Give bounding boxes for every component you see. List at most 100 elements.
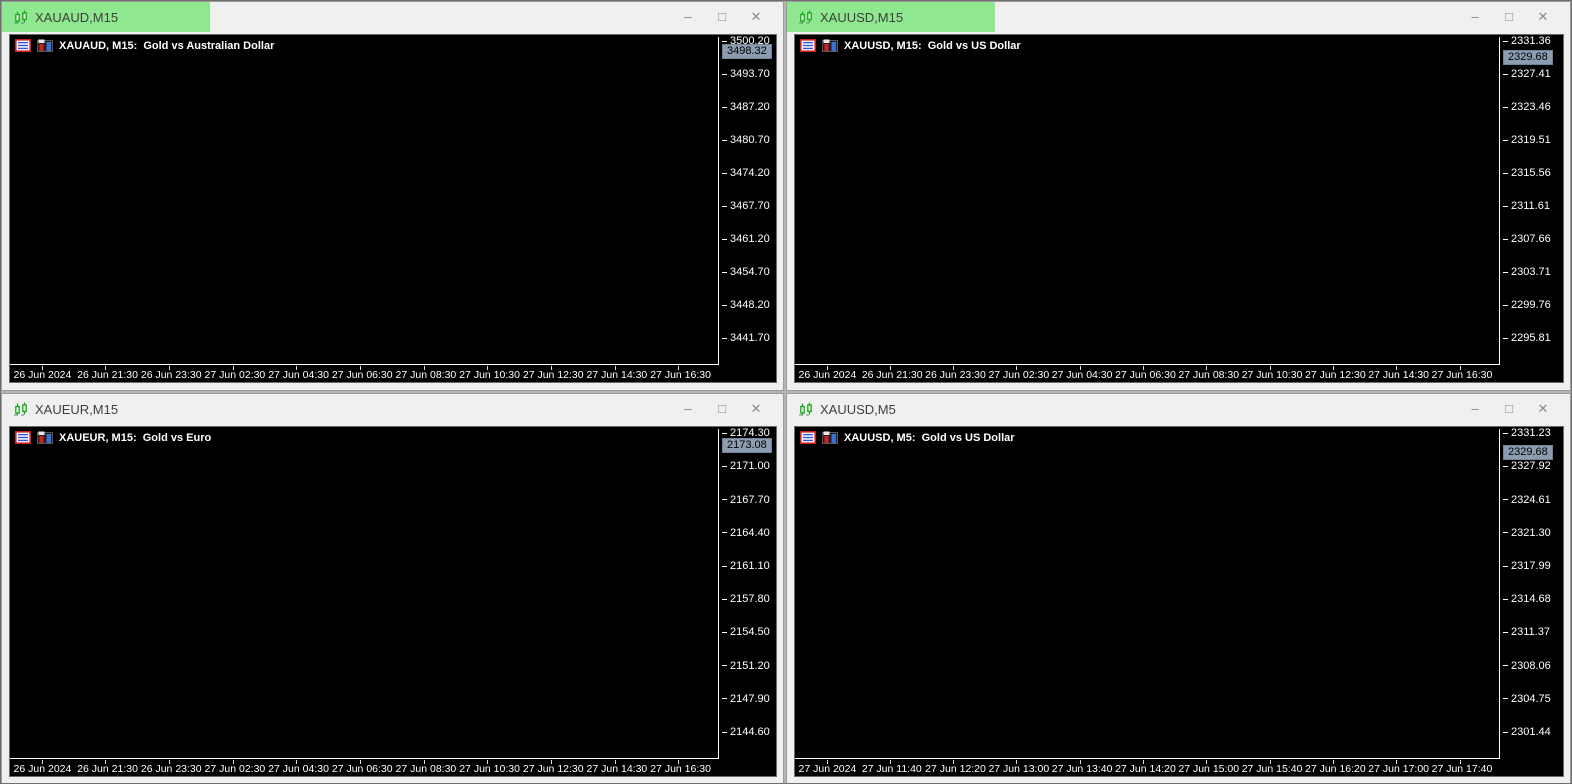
window-titlebar[interactable]: XAUUSD,M5 – □ ✕ (787, 394, 1570, 424)
chart-plot[interactable] (795, 37, 1500, 365)
window-title-chip[interactable]: XAUAUD,M15 (2, 2, 210, 32)
price-tick-label: 2147.90 (722, 694, 770, 705)
chart-svg (795, 429, 1499, 758)
window-title-chip[interactable]: XAUUSD,M15 (787, 2, 995, 32)
time-tick-label: 26 Jun 23:30 (925, 369, 986, 381)
time-tick-mark (487, 366, 488, 370)
time-tick-mark (1460, 366, 1461, 370)
chart-plot[interactable] (795, 429, 1500, 759)
chart-plot[interactable] (10, 429, 719, 759)
price-axis[interactable]: 3500.203493.703487.203480.703474.203467.… (720, 37, 776, 365)
close-button[interactable]: ✕ (745, 2, 767, 32)
time-tick-label: 26 Jun 21:30 (862, 369, 923, 381)
restore-button[interactable]: □ (711, 394, 733, 424)
restore-button[interactable]: □ (1498, 2, 1520, 32)
close-button[interactable]: ✕ (1532, 2, 1554, 32)
time-tick-mark (1396, 760, 1397, 764)
window-title-chip[interactable]: XAUUSD,M5 (787, 394, 908, 424)
time-tick-label: 27 Jun 16:30 (650, 763, 711, 775)
time-tick-label: 27 Jun 14:30 (587, 763, 648, 775)
price-tick-label: 2304.75 (1503, 694, 1551, 705)
chart-window: XAUAUD,M15 – □ ✕ (1, 1, 784, 391)
price-tick-label: 2171.00 (722, 461, 770, 472)
time-tick-label: 27 Jun 12:30 (523, 369, 584, 381)
time-tick-mark (953, 366, 954, 370)
window-controls: – □ ✕ (677, 2, 783, 32)
window-controls: – □ ✕ (1464, 2, 1570, 32)
time-tick-mark (1143, 760, 1144, 764)
price-tick-label: 2327.41 (1503, 69, 1551, 80)
time-tick-label: 27 Jun 17:00 (1368, 763, 1429, 775)
bar-chart-icon (37, 431, 53, 444)
window-titlebar[interactable]: XAUEUR,M15 – □ ✕ (2, 394, 783, 424)
time-tick-mark (1460, 760, 1461, 764)
price-axis[interactable]: 2331.232327.922324.612321.302317.992314.… (1501, 429, 1563, 759)
bar-chart-icon (822, 39, 838, 52)
chart-header: XAUUSD, M15: Gold vs US Dollar (800, 39, 1021, 52)
window-title-chip[interactable]: XAUEUR,M15 (2, 394, 130, 424)
window-title: XAUEUR,M15 (35, 402, 118, 417)
time-tick-mark (1143, 366, 1144, 370)
window-title: XAUUSD,M15 (820, 10, 903, 25)
price-axis[interactable]: 2174.302171.002167.702164.402161.102157.… (720, 429, 776, 759)
current-price-badge: 2329.68 (1503, 50, 1553, 65)
time-tick-mark (1016, 366, 1017, 370)
price-tick-label: 2164.40 (722, 528, 770, 539)
time-tick-label: 27 Jun 2024 (799, 763, 857, 775)
chart-svg (10, 37, 718, 364)
price-tick-label: 2151.20 (722, 661, 770, 672)
minimize-button[interactable]: – (677, 2, 699, 32)
time-axis[interactable]: 26 Jun 202426 Jun 21:3026 Jun 23:3027 Ju… (795, 366, 1500, 382)
chart-canvas: XAUUSD, M5: Gold vs US Dollar 2331.23232… (794, 426, 1564, 777)
price-tick-label: 3480.70 (722, 135, 770, 146)
time-axis[interactable]: 26 Jun 202426 Jun 21:3026 Jun 23:3027 Ju… (10, 760, 719, 776)
window-title: XAUAUD,M15 (35, 10, 118, 25)
time-tick-mark (42, 760, 43, 764)
chart-window: XAUUSD,M15 – □ ✕ (786, 1, 1571, 391)
quotes-table-icon (15, 431, 31, 444)
time-tick-label: 27 Jun 04:30 (1052, 369, 1113, 381)
chart-canvas: XAUAUD, M15: Gold vs Australian Dollar 3… (9, 34, 777, 383)
time-tick-label: 26 Jun 21:30 (77, 369, 138, 381)
restore-button[interactable]: □ (711, 2, 733, 32)
price-tick-label: 2331.23 (1503, 428, 1551, 439)
mdi-workspace: XAUAUD,M15 – □ ✕ (0, 0, 1572, 784)
time-tick-mark (827, 366, 828, 370)
time-tick-label: 26 Jun 2024 (14, 369, 72, 381)
minimize-button[interactable]: – (1464, 2, 1486, 32)
chart-plot[interactable] (10, 37, 719, 365)
price-tick-label: 2144.60 (722, 727, 770, 738)
window-titlebar[interactable]: XAUAUD,M15 – □ ✕ (2, 2, 783, 32)
quotes-table-icon (15, 39, 31, 52)
minimize-button[interactable]: – (1464, 394, 1486, 424)
time-axis[interactable]: 26 Jun 202426 Jun 21:3026 Jun 23:3027 Ju… (10, 366, 719, 382)
quotes-table-icon (800, 39, 816, 52)
price-axis[interactable]: 2331.362327.412323.462319.512315.562311.… (1501, 37, 1563, 365)
chart-header-label: XAUAUD, M15: Gold vs Australian Dollar (59, 40, 274, 52)
time-tick-mark (678, 760, 679, 764)
current-price-badge: 3498.32 (722, 44, 772, 59)
time-tick-label: 27 Jun 02:30 (988, 369, 1049, 381)
price-tick-label: 2324.61 (1503, 495, 1551, 506)
time-tick-label: 27 Jun 06:30 (332, 369, 393, 381)
time-tick-label: 27 Jun 02:30 (205, 763, 266, 775)
price-tick-label: 2317.99 (1503, 561, 1551, 572)
restore-button[interactable]: □ (1498, 394, 1520, 424)
window-titlebar[interactable]: XAUUSD,M15 – □ ✕ (787, 2, 1570, 32)
time-tick-mark (1270, 760, 1271, 764)
close-button[interactable]: ✕ (745, 394, 767, 424)
price-tick-label: 2327.92 (1503, 461, 1551, 472)
time-tick-mark (1333, 366, 1334, 370)
time-tick-mark (1016, 760, 1017, 764)
time-axis[interactable]: 27 Jun 202427 Jun 11:4027 Jun 12:2027 Ju… (795, 760, 1500, 776)
current-price-badge: 2173.08 (722, 438, 772, 453)
time-tick-label: 27 Jun 06:30 (1115, 369, 1176, 381)
time-tick-label: 27 Jun 12:30 (523, 763, 584, 775)
price-tick-label: 2303.71 (1503, 267, 1551, 278)
time-tick-label: 27 Jun 10:30 (459, 369, 520, 381)
close-button[interactable]: ✕ (1532, 394, 1554, 424)
time-tick-mark (424, 366, 425, 370)
minimize-button[interactable]: – (677, 394, 699, 424)
price-tick-label: 3461.20 (722, 234, 770, 245)
chart-header-label: XAUUSD, M15: Gold vs US Dollar (844, 40, 1021, 52)
